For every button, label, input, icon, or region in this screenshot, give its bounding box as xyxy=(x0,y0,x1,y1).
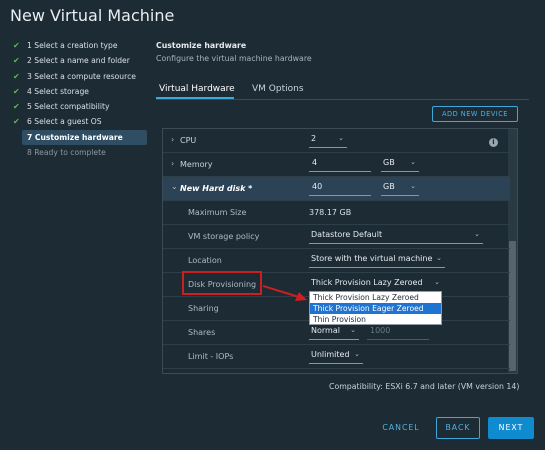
cancel-button[interactable]: CANCEL xyxy=(376,417,426,439)
disk-provisioning-select[interactable]: Thick Provision Lazy Zeroed ⌄ xyxy=(309,278,443,292)
hard-disk-unit-select[interactable]: GB ⌄ xyxy=(381,182,419,196)
step-7-active[interactable]: 7 Customize hardware xyxy=(22,129,147,146)
row-location: Location Store with the virtual machine ⌄ xyxy=(163,249,510,273)
section-subtitle: Configure the virtual machine hardware xyxy=(156,54,312,63)
row-cpu: › CPU 2 ⌄ xyxy=(163,129,510,153)
cpu-value: 2 xyxy=(311,134,317,143)
memory-input[interactable]: 4 xyxy=(309,158,371,172)
chevron-down-icon: ⌄ xyxy=(354,350,360,358)
step-5[interactable]: ✔ 5 Select compatibility xyxy=(12,99,147,114)
chevron-down-icon: ⌄ xyxy=(350,326,356,334)
step-label: 5 Select compatibility xyxy=(27,102,110,112)
compatibility-text: Compatibility: ESXi 6.7 and later (VM ve… xyxy=(329,382,520,391)
storage-policy-label: VM storage policy xyxy=(188,232,260,241)
storage-policy-value: Datastore Default xyxy=(311,230,383,239)
storage-policy-select[interactable]: Datastore Default ⌄ xyxy=(309,230,483,244)
memory-unit: GB xyxy=(383,158,395,167)
step-label: 7 Customize hardware xyxy=(27,132,123,142)
chevron-down-icon: ⌄ xyxy=(474,230,480,238)
sharing-label: Sharing xyxy=(188,304,219,313)
step-label: 8 Ready to complete xyxy=(27,148,106,158)
section-title: Customize hardware xyxy=(156,41,247,50)
row-limit-iops: Limit - IOPs Unlimited ⌄ xyxy=(163,345,510,369)
maximum-size-label: Maximum Size xyxy=(188,208,247,217)
chevron-down-icon: ⌄ xyxy=(338,134,344,142)
hard-disk-label: New Hard disk * xyxy=(180,184,253,193)
check-icon: ✔ xyxy=(13,41,20,50)
row-new-hard-disk: ⌄ New Hard disk * 40 GB ⌄ xyxy=(163,177,510,201)
disk-provisioning-dropdown: Thick Provision Lazy Zeroed Thick Provis… xyxy=(309,291,442,325)
chevron-down-icon: ⌄ xyxy=(436,254,442,262)
memory-label: Memory xyxy=(180,160,213,169)
chevron-right-icon[interactable]: › xyxy=(171,135,174,144)
row-memory: › Memory 4 GB ⌄ xyxy=(163,153,510,177)
step-1[interactable]: ✔ 1 Select a creation type xyxy=(12,38,147,53)
chevron-down-icon: ⌄ xyxy=(410,158,416,166)
annotation-highlight-box xyxy=(182,271,262,295)
step-3[interactable]: ✔ 3 Select a compute resource xyxy=(12,69,147,84)
memory-unit-select[interactable]: GB ⌄ xyxy=(381,158,419,172)
step-label: 6 Select a guest OS xyxy=(27,117,102,127)
step-4[interactable]: ✔ 4 Select storage xyxy=(12,84,147,99)
add-new-device-button[interactable]: ADD NEW DEVICE xyxy=(432,106,518,122)
check-icon: ✔ xyxy=(13,117,20,127)
hard-disk-size-input[interactable]: 40 xyxy=(309,182,371,196)
shares-amount-input[interactable]: 1000 xyxy=(367,326,429,340)
cpu-select[interactable]: 2 ⌄ xyxy=(309,134,347,148)
tab-vm-options[interactable]: VM Options xyxy=(252,84,304,94)
tab-virtual-hardware[interactable]: Virtual Hardware xyxy=(159,84,235,94)
location-value: Store with the virtual machine xyxy=(311,254,433,263)
chevron-right-icon[interactable]: › xyxy=(171,159,174,168)
hard-disk-unit: GB xyxy=(383,182,395,191)
maximum-size-value: 378.17 GB xyxy=(309,208,352,217)
step-label: 4 Select storage xyxy=(27,86,89,96)
next-button[interactable]: NEXT xyxy=(488,417,534,439)
step-label: 3 Select a compute resource xyxy=(27,71,136,81)
limit-iops-label: Limit - IOPs xyxy=(188,352,234,361)
limit-iops-value: Unlimited xyxy=(311,350,350,359)
limit-iops-select[interactable]: Unlimited ⌄ xyxy=(309,350,363,364)
shares-value: Normal xyxy=(311,326,340,335)
location-select[interactable]: Store with the virtual machine ⌄ xyxy=(309,254,445,268)
step-8: 8 Ready to complete xyxy=(12,145,147,160)
chevron-down-icon: ⌄ xyxy=(434,278,440,286)
shares-select[interactable]: Normal ⌄ xyxy=(309,326,359,340)
location-label: Location xyxy=(188,256,222,265)
wizard-steps: ✔ 1 Select a creation type ✔ 2 Select a na… xyxy=(12,38,147,160)
option-thin-provision[interactable]: Thin Provision xyxy=(310,314,441,325)
row-maximum-size: Maximum Size 378.17 GB xyxy=(163,201,510,225)
cpu-label: CPU xyxy=(180,136,197,145)
step-label: 2 Select a name and folder xyxy=(27,56,130,66)
disk-provisioning-value: Thick Provision Lazy Zeroed xyxy=(311,278,423,287)
step-2[interactable]: ✔ 2 Select a name and folder xyxy=(12,53,147,68)
option-thick-eager-zeroed[interactable]: Thick Provision Eager Zeroed xyxy=(310,303,441,314)
chevron-down-icon[interactable]: ⌄ xyxy=(171,182,178,191)
back-button[interactable]: BACK xyxy=(436,417,480,439)
scroll-thumb[interactable] xyxy=(509,241,516,371)
shares-label: Shares xyxy=(188,328,216,337)
info-icon[interactable]: i xyxy=(489,138,498,147)
option-thick-lazy-zeroed[interactable]: Thick Provision Lazy Zeroed xyxy=(310,292,441,303)
window-title: New Virtual Machine xyxy=(10,6,175,25)
step-label: 1 Select a creation type xyxy=(27,41,118,50)
step-6[interactable]: ✔ 6 Select a guest OS xyxy=(12,114,147,129)
row-storage-policy: VM storage policy Datastore Default ⌄ xyxy=(163,225,510,249)
hardware-list: › CPU 2 ⌄ › Memory 4 GB ⌄ ⌄ New Hard disk … xyxy=(162,128,518,374)
check-icon: ✔ xyxy=(13,56,20,66)
chevron-down-icon: ⌄ xyxy=(410,182,416,190)
check-icon: ✔ xyxy=(13,71,20,81)
annotation-arrow xyxy=(263,285,307,301)
check-icon: ✔ xyxy=(13,102,20,112)
check-icon: ✔ xyxy=(13,86,20,96)
tab-divider xyxy=(156,99,529,100)
